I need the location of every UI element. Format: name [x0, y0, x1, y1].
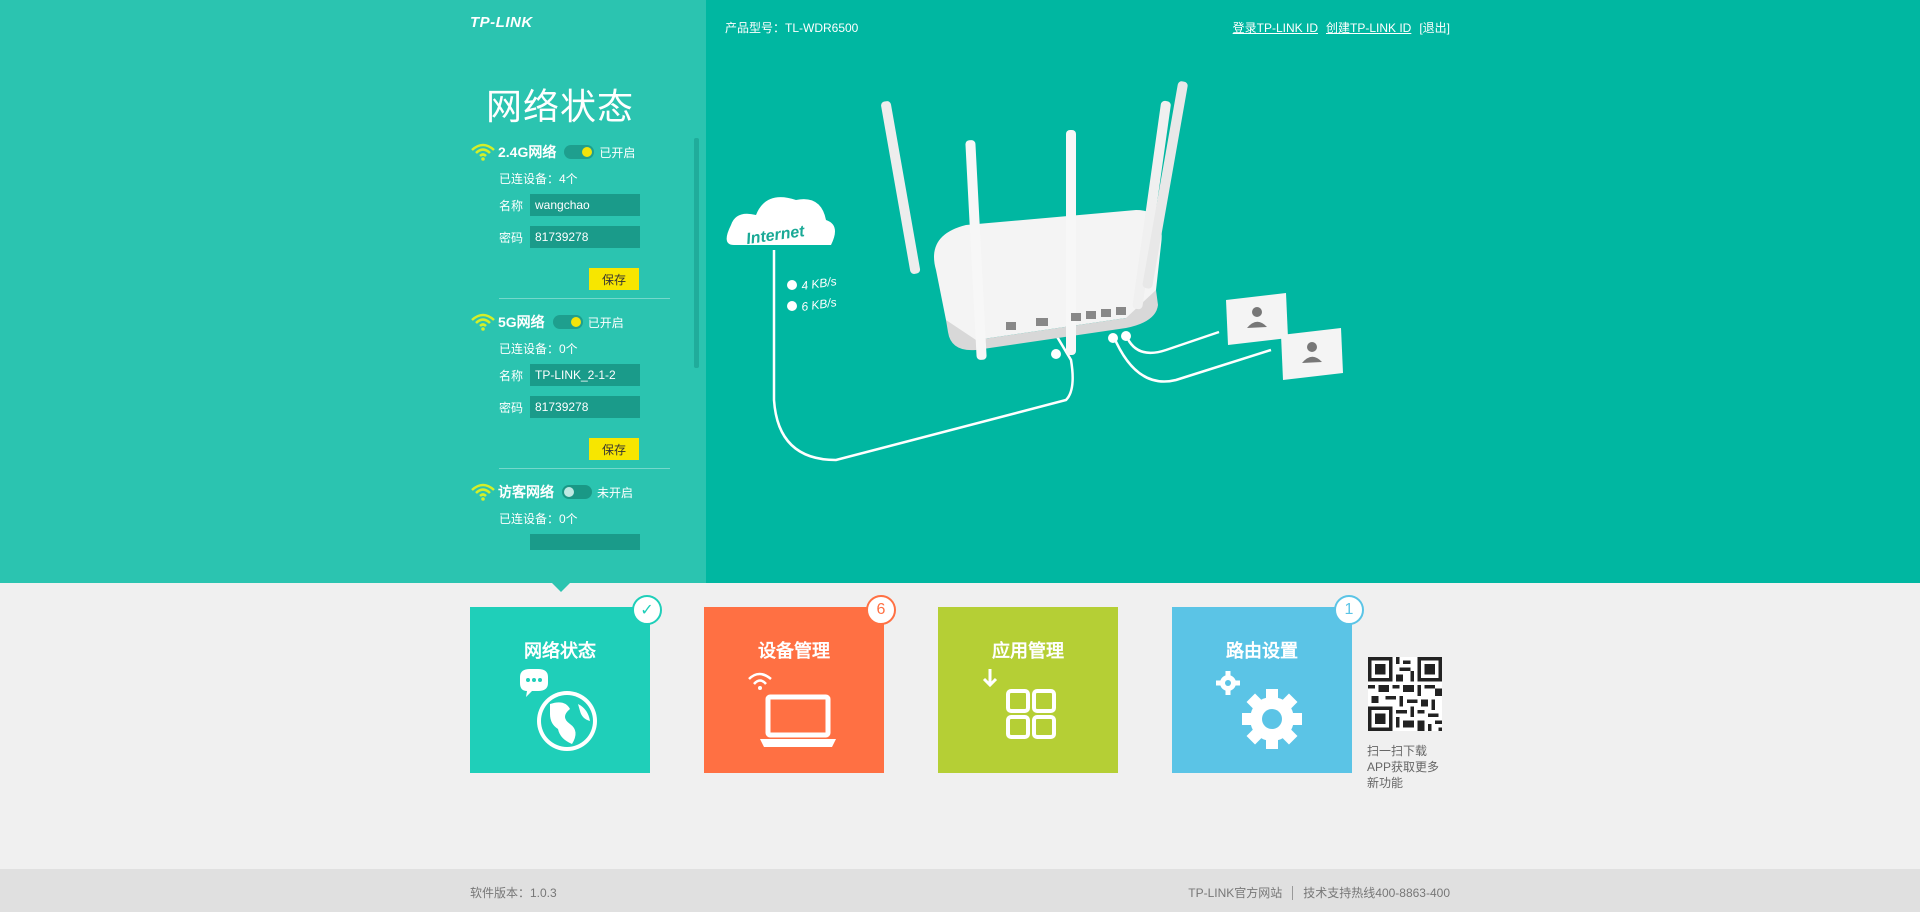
check-icon: ✓ — [632, 595, 662, 625]
connected-device-icon — [1226, 293, 1288, 345]
connected-devices: 已连设备：0个 — [499, 342, 578, 356]
status-panel-title: 网络状态 — [486, 86, 635, 127]
connected-device-icon — [1281, 328, 1343, 380]
lan-cable-1 — [1124, 330, 1220, 355]
tile-device-management[interactable]: 设备管理 6 — [704, 595, 896, 773]
tile-router-settings[interactable]: 路由设置 1 — [1172, 595, 1364, 773]
account-links: 登录TP-LINK ID 创建TP-LINK ID [退出] — [1233, 19, 1450, 36]
network-state-label: 已开启 — [599, 145, 636, 160]
create-tplink-id-link[interactable]: 创建TP-LINK ID — [1326, 19, 1411, 36]
ssid-input-2g[interactable] — [530, 194, 640, 216]
internet-cloud-icon: Internet — [726, 197, 835, 248]
support-hotline: 技术支持热线400-8863-400 — [1303, 886, 1450, 900]
tile-title: 应用管理 — [992, 641, 1064, 661]
tile-title: 设备管理 — [758, 641, 830, 661]
active-tile-pointer — [552, 583, 570, 592]
router-illustration: Internet 4 KB/s 6 KB/s — [726, 81, 1343, 462]
network-section-guest: 访客网络 未开启 已连设备：0个 — [470, 478, 670, 550]
wifi-icon — [471, 313, 495, 331]
globe-icon — [520, 669, 597, 751]
network-section-2g: 2.4G网络 已开启 已连设备：4个 名称 密码 保存 — [470, 138, 670, 308]
network-toggle-2g[interactable] — [564, 145, 595, 159]
tile-title: 网络状态 — [524, 641, 596, 661]
tile-title: 路由设置 — [1226, 641, 1298, 661]
network-toggle-guest[interactable] — [562, 485, 592, 499]
section-divider — [499, 298, 670, 299]
save-button-2g[interactable]: 保存 — [589, 268, 639, 290]
network-name: 访客网络 — [498, 484, 554, 500]
connected-devices: 已连设备：0个 — [499, 512, 578, 526]
product-model: 产品型号：TL-WDR6500 — [725, 21, 859, 35]
password-input-5g[interactable] — [530, 396, 640, 418]
network-name: 2.4G网络 — [498, 144, 557, 160]
laptop-icon — [748, 672, 836, 747]
panel-scrollbar[interactable] — [694, 138, 699, 368]
qr-caption: 扫一扫下载 APP获取更多 新功能 — [1367, 744, 1440, 790]
router-device — [881, 81, 1188, 360]
software-version: 软件版本：1.0.3 — [470, 886, 557, 900]
footer-separator — [1292, 885, 1294, 900]
network-name: 5G网络 — [498, 314, 545, 330]
device-count-badge: 6 — [866, 595, 896, 625]
tp-link-logo: TP-LINK — [470, 14, 533, 31]
network-state-label: 已开启 — [587, 315, 624, 330]
ssid-label: 名称 — [499, 368, 524, 383]
save-button-5g[interactable]: 保存 — [589, 438, 639, 460]
password-input-2g[interactable] — [530, 226, 640, 248]
logout-link[interactable]: [退出] — [1419, 19, 1450, 36]
download-speed: 6 KB/s — [800, 295, 837, 314]
footer: 软件版本：1.0.3 TP-LINK官方网站 技术支持热线400-8863-40… — [0, 869, 1920, 912]
network-list-panel[interactable]: 2.4G网络 已开启 已连设备：4个 名称 密码 保存 5G网络 — [470, 138, 670, 550]
apps-icon — [982, 669, 1056, 739]
official-website-link[interactable]: TP-LINK官方网站 — [1188, 884, 1282, 901]
wifi-icon — [471, 483, 495, 501]
network-toggle-5g[interactable] — [552, 315, 583, 329]
gear-icon — [1216, 671, 1302, 749]
notification-badge: 1 — [1334, 595, 1364, 625]
connected-devices: 已连设备：4个 — [499, 172, 578, 186]
tile-app-management[interactable]: 应用管理 — [938, 607, 1118, 773]
upload-speed: 4 KB/s — [800, 274, 837, 293]
ssid-label: 名称 — [499, 198, 524, 213]
tile-network-status[interactable]: 网络状态 ✓ — [470, 595, 662, 773]
app-qr-code — [1368, 657, 1442, 731]
password-label: 密码 — [499, 400, 524, 415]
section-divider — [499, 468, 670, 469]
login-tplink-id-link[interactable]: 登录TP-LINK ID — [1233, 19, 1318, 36]
password-label: 密码 — [499, 230, 524, 245]
wifi-icon — [471, 143, 495, 161]
ssid-input-5g[interactable] — [530, 364, 640, 386]
network-section-5g: 5G网络 已开启 已连设备：0个 名称 密码 保存 — [470, 308, 670, 478]
network-state-label: 未开启 — [597, 485, 634, 500]
ssid-input-guest[interactable] — [530, 534, 640, 550]
